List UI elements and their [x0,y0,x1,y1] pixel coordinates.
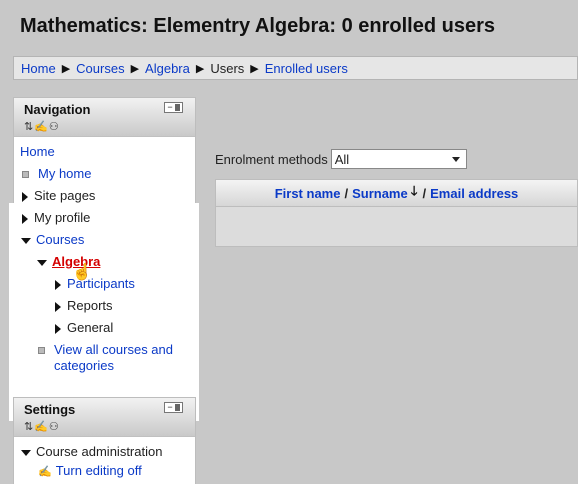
enrolment-filter: Enrolment methods All [215,149,467,169]
sort-down-arrow-icon: 🡓 [410,183,418,198]
nav-my-profile-label: My profile [34,210,91,225]
nav-item-reports[interactable]: Reports [55,296,113,316]
nav-general-label: General [67,320,114,335]
breadcrumb-home[interactable]: Home [21,61,56,76]
breadcrumb-users: Users [210,60,245,76]
hand-cursor-icon: ☝ [72,264,92,281]
breadcrumb-separator-icon: ▶ [130,62,140,75]
bullet-icon [38,347,45,355]
breadcrumb-separator-icon: ▶ [250,62,259,75]
nav-item-general[interactable]: General [55,318,113,338]
roles-icon[interactable]: ⚇ [49,421,60,433]
enrolment-methods-label: Enrolment methods [215,151,328,167]
settings-course-admin-label: Course administration [36,444,163,459]
nav-item-site-pages[interactable]: Site pages [22,186,95,206]
nav-item-view-all-cont[interactable]: categories [54,356,114,376]
table-header: First name / Surname 🡓 / Email address [216,180,577,207]
enrolled-users-table: First name / Surname 🡓 / Email address [215,179,578,247]
navigation-block-header: Navigation ⇅✍⚇ − [14,98,195,137]
breadcrumb: Home ▶ Courses ▶ Algebra ▶ Users ▶ Enrol… [13,56,578,80]
nav-reports-label: Reports [67,298,113,313]
collapse-arrow-icon [21,237,31,244]
settings-item-course-admin[interactable]: Course administration [21,442,162,462]
breadcrumb-separator-icon: ▶ [195,62,205,75]
breadcrumb-separator-icon: ▶ [61,62,71,75]
sort-surname[interactable]: Surname [352,186,408,201]
breadcrumb-algebra[interactable]: Algebra [145,61,190,76]
move-icon[interactable]: ⇅ [24,121,34,133]
settings-title: Settings [24,402,76,417]
nav-view-all-link-cont[interactable]: categories [54,358,114,373]
block-controls: ⇅✍⚇ [24,120,60,133]
block-controls: ⇅✍⚇ [24,420,60,433]
chevron-down-icon [451,156,460,162]
nav-home-link[interactable]: Home [20,144,55,159]
roles-icon[interactable]: ⚇ [49,121,60,133]
nav-item-courses[interactable]: Courses [21,230,84,250]
move-icon[interactable]: ⇅ [24,421,34,433]
edit-icon: ✍ [38,466,52,478]
nav-item-my-home[interactable]: My home [22,164,91,184]
header-separator: / [422,185,427,201]
sort-first-name[interactable]: First name [275,186,341,201]
nav-item-home[interactable]: Home [20,142,55,162]
nav-item-participants[interactable]: Participants [55,274,135,294]
dock-block-icon[interactable]: − [164,102,183,113]
breadcrumb-courses[interactable]: Courses [76,61,124,76]
enrolment-selected-value: All [334,151,350,167]
dock-block-icon[interactable]: − [164,402,183,413]
nav-view-all-link[interactable]: View all courses and [54,342,173,357]
bullet-icon [22,171,29,179]
expand-arrow-icon [55,279,61,290]
settings-item-turn-editing-off[interactable]: ✍ Turn editing off [38,461,142,481]
page-title: Mathematics: Elementry Algebra: 0 enroll… [20,15,495,37]
nav-courses-link[interactable]: Courses [36,232,84,247]
turn-editing-off-link[interactable]: Turn editing off [56,463,142,478]
nav-my-home-link[interactable]: My home [38,166,91,181]
edit-icon[interactable]: ✍ [34,121,49,133]
enrolment-methods-select[interactable]: All [330,149,467,169]
sort-email[interactable]: Email address [430,186,518,201]
header-separator: / [344,185,349,201]
navigation-title: Navigation [24,102,91,117]
nav-item-my-profile[interactable]: My profile [22,208,90,228]
collapse-arrow-icon [37,259,47,266]
expand-arrow-icon [55,301,61,312]
expand-arrow-icon [22,191,28,202]
settings-block-header: Settings ⇅✍⚇ − [14,398,195,437]
expand-arrow-icon [55,323,61,334]
expand-arrow-icon [22,213,28,224]
edit-icon[interactable]: ✍ [34,421,49,433]
collapse-arrow-icon [21,449,31,456]
breadcrumb-enrolled-users[interactable]: Enrolled users [265,61,348,76]
nav-site-pages-label: Site pages [34,188,96,203]
